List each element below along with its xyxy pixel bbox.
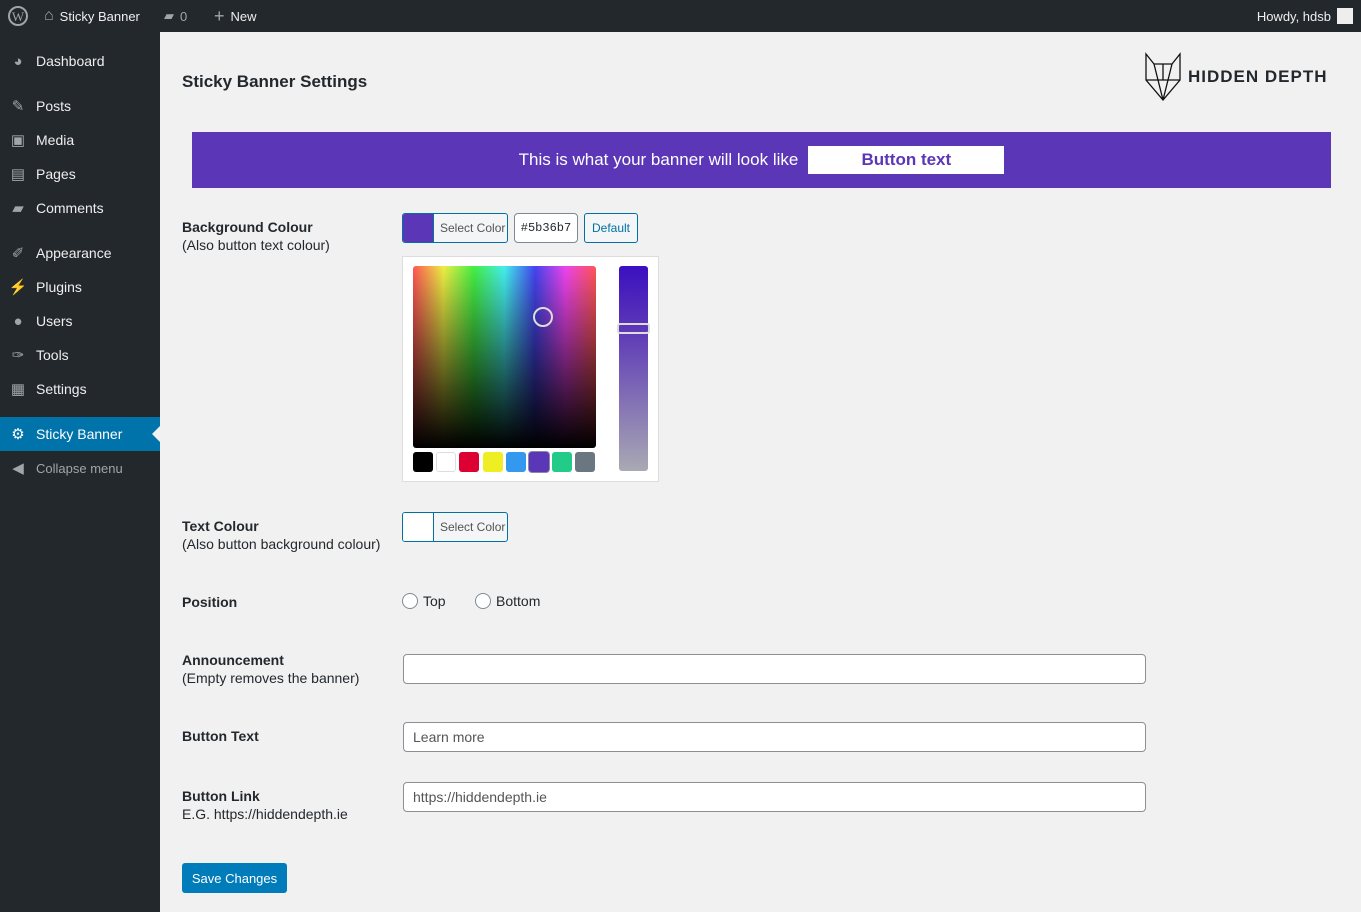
text-colour-label: Text Colour (Also button background colou…	[182, 518, 381, 552]
banner-preview: This is what your banner will look like …	[192, 132, 1331, 188]
bg-colour-label: Background Colour (Also button text colou…	[182, 219, 330, 253]
button-text-label: Button Text	[182, 728, 259, 744]
collapse-icon: ◀	[12, 460, 24, 477]
palette-swatch[interactable]	[413, 452, 433, 472]
color-picker	[402, 256, 659, 482]
brush-icon: ✐	[11, 245, 25, 262]
wordpress-logo-icon[interactable]: W	[8, 0, 28, 32]
bg-hex-input[interactable]: #5b36b7	[514, 213, 578, 243]
text-select-color-button[interactable]: Select Color	[402, 512, 508, 542]
avatar	[1337, 8, 1353, 24]
palette-swatch[interactable]	[575, 452, 596, 472]
saturation-slider[interactable]	[617, 266, 650, 471]
sidebar-item-media[interactable]: ▣ Media	[0, 123, 160, 157]
admin-menu: ◕ Dashboard ✎ Posts ▣ Media ▤ Pages ▰ Comments ✐ Ap…	[0, 32, 160, 912]
svg-text:W: W	[12, 9, 25, 24]
settings-icon: ▦	[10, 381, 26, 398]
palette-swatch[interactable]	[528, 452, 549, 472]
account-menu[interactable]: Howdy, hdsb	[1257, 0, 1353, 32]
sidebar-item-plugins[interactable]: ⚡ Plugins	[0, 270, 160, 304]
sidebar-item-settings[interactable]: ▦ Settings	[0, 372, 160, 406]
palette-swatch[interactable]	[505, 452, 526, 472]
sidebar-item-dashboard[interactable]: ◕ Dashboard	[0, 44, 160, 78]
position-top-radio[interactable]: Top	[402, 593, 446, 609]
save-changes-button[interactable]: Save Changes	[182, 863, 287, 893]
color-gradient-area[interactable]	[413, 266, 596, 448]
sidebar-item-posts[interactable]: ✎ Posts	[0, 89, 160, 123]
media-icon: ▣	[10, 132, 26, 149]
dashboard-icon: ◕	[13, 52, 23, 70]
banner-preview-button: Button text	[808, 146, 1005, 174]
color-palette	[413, 452, 599, 472]
bg-select-color-button[interactable]: Select Color	[402, 213, 508, 243]
color-picker-handle[interactable]	[533, 307, 553, 327]
plugin-icon: ⚡	[8, 279, 28, 296]
sidebar-item-appearance[interactable]: ✐ Appearance	[0, 236, 160, 270]
plus-icon: +	[214, 5, 225, 26]
button-link-label: Button Link E.G. https://hiddendepth.ie	[182, 788, 348, 822]
home-icon: ⌂	[44, 7, 54, 24]
palette-swatch[interactable]	[459, 452, 480, 472]
user-icon: ●	[13, 312, 23, 330]
announcement-label: Announcement (Empty removes the banner)	[182, 652, 360, 686]
hidden-depth-logo: HIDDEN DEPTH	[1144, 52, 1328, 102]
announcement-input[interactable]	[403, 654, 1146, 684]
gear-icon: ⚙	[11, 426, 25, 443]
sidebar-item-collapse-menu[interactable]: ◀ Collapse menu	[0, 451, 160, 485]
palette-swatch[interactable]	[436, 452, 457, 472]
pages-icon: ▤	[10, 166, 26, 183]
wrench-icon: ✑	[11, 347, 25, 364]
button-text-input[interactable]: Learn more	[403, 722, 1146, 752]
comment-icon: ▰	[12, 200, 24, 217]
bg-color-swatch	[403, 214, 434, 242]
site-name-link[interactable]: ⌂ Sticky Banner	[44, 0, 140, 32]
sidebar-item-users[interactable]: ● Users	[0, 304, 160, 338]
page-title: Sticky Banner Settings	[182, 72, 368, 91]
slider-handle[interactable]	[617, 323, 650, 334]
position-bottom-radio[interactable]: Bottom	[475, 593, 540, 609]
position-label: Position	[182, 594, 238, 610]
palette-swatch[interactable]	[482, 452, 503, 472]
sidebar-item-sticky-banner[interactable]: ⚙ Sticky Banner	[0, 417, 160, 451]
sidebar-item-tools[interactable]: ✑ Tools	[0, 338, 160, 372]
default-color-button[interactable]: Default	[584, 213, 638, 243]
admin-bar: W ⌂ Sticky Banner ▰ 0 + New Howdy, hdsb	[0, 0, 1361, 32]
button-link-input[interactable]: https://hiddendepth.ie	[403, 782, 1146, 812]
fox-logo-icon	[1145, 52, 1181, 102]
new-content-link[interactable]: + New	[214, 0, 257, 32]
pin-icon: ✎	[11, 98, 25, 115]
sidebar-item-comments[interactable]: ▰ Comments	[0, 191, 160, 225]
sidebar-item-pages[interactable]: ▤ Pages	[0, 157, 160, 191]
comments-link[interactable]: ▰ 0	[164, 0, 187, 32]
palette-swatch[interactable]	[552, 452, 573, 472]
comment-icon: ▰	[164, 8, 174, 23]
text-color-swatch	[403, 513, 434, 541]
